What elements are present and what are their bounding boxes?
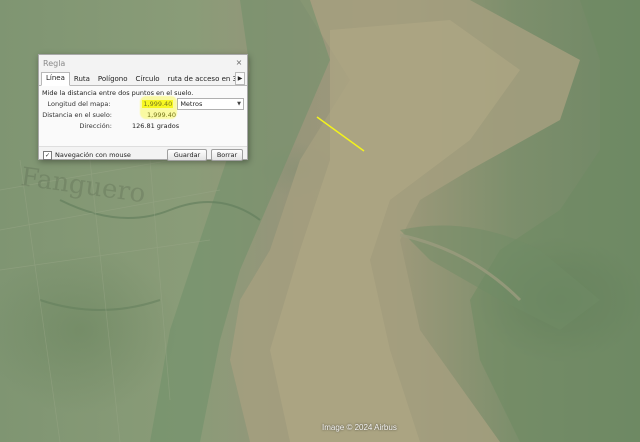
creek	[39, 299, 161, 311]
tab-circle[interactable]: Círculo	[132, 74, 164, 85]
dialog-footer: ✓ Navegación con mouse Guardar Borrar	[39, 146, 247, 163]
map-attribution: Image © 2024 Airbus	[322, 423, 397, 432]
highlight-marker	[140, 96, 177, 119]
clear-button[interactable]: Borrar	[211, 149, 243, 161]
unit-select[interactable]: Metros ▼	[177, 97, 245, 110]
tab-line[interactable]: Línea	[41, 72, 70, 86]
save-button[interactable]: Guardar	[167, 149, 207, 161]
chevron-down-icon: ▼	[237, 100, 242, 107]
tab-3d-path[interactable]: ruta de acceso en 3D	[164, 74, 247, 85]
dialog-titlebar[interactable]: Regla ×	[39, 55, 247, 71]
ruler-tabs: Línea Ruta Polígono Círculo ruta de acce…	[39, 71, 247, 86]
close-icon[interactable]: ×	[234, 58, 244, 68]
mouse-navigation-checkbox[interactable]: ✓	[43, 150, 52, 160]
tab-scroll-right-icon[interactable]: ▶	[235, 72, 245, 85]
tab-path[interactable]: Ruta	[70, 74, 94, 85]
map-length-label: Longitud del mapa:	[47, 99, 111, 108]
direction-row: Dirección: 126.81 grados	[42, 120, 244, 131]
old-map-lettering: Fanguero	[19, 162, 147, 209]
direction-value: 126.81 grados	[132, 121, 180, 130]
unit-select-value: Metros	[180, 99, 203, 108]
direction-label: Dirección:	[79, 121, 112, 130]
dialog-title: Regla	[43, 58, 66, 68]
ground-distance-label: Distancia en el suelo:	[42, 110, 112, 119]
tab-polygon[interactable]: Polígono	[94, 74, 132, 85]
mouse-navigation-label[interactable]: Navegación con mouse	[55, 151, 131, 159]
